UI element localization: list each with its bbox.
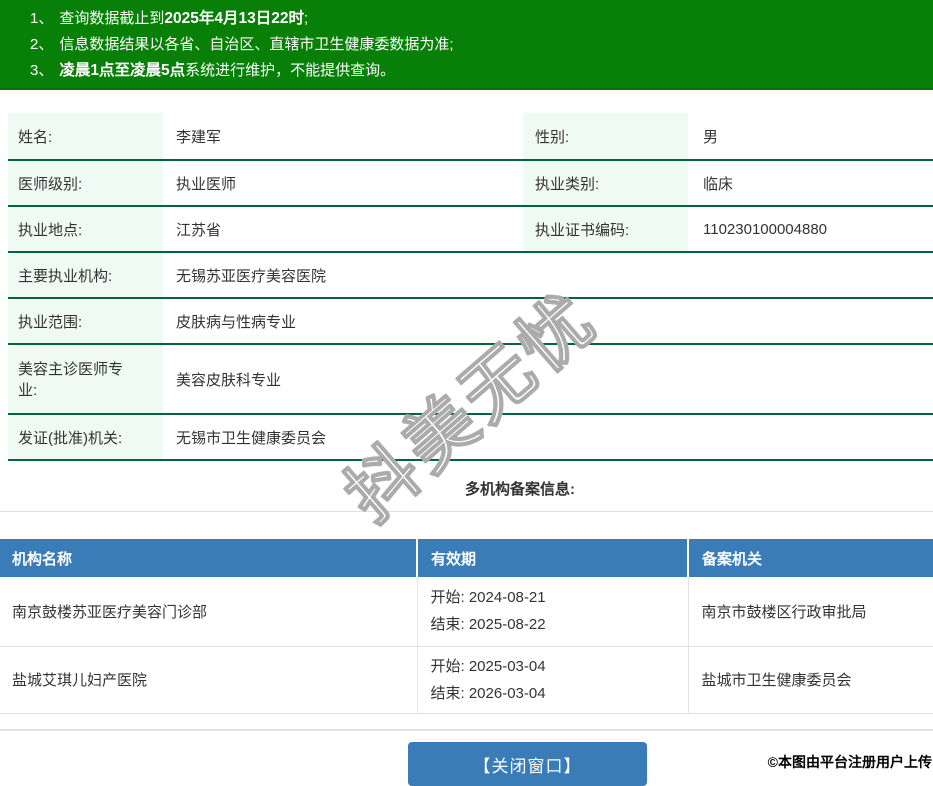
filing-authority-cell: 盐城市卫生健康委员会 [687, 646, 933, 714]
column-header-validity-period: 有效期 [416, 539, 688, 577]
table-row: 盐城艾琪儿妇产医院 开始: 2025-03-04 结束: 2026-03-04 … [0, 646, 933, 714]
doctor-info-table: 姓名: 李建军 性别: 男 医师级别: 执业医师 执业类别: 临床 执业地点: … [8, 113, 933, 461]
practice-category-label: 执业类别: [523, 160, 688, 207]
doctor-level-label: 医师级别: [8, 160, 163, 207]
notice-text-bold: 2025年4月13日22时 [164, 10, 304, 27]
notice-text: 系统进行维护，不能提供查询。 [185, 62, 396, 79]
practice-scope-value: 皮肤病与性病专业 [163, 298, 933, 345]
notice-number: 2、 [30, 36, 54, 53]
org-registration-table: 机构名称 有效期 备案机关 南京鼓楼苏亚医疗美容门诊部 开始: 2024-08-… [0, 539, 933, 714]
org-name-cell: 盐城艾琪儿妇产医院 [0, 646, 417, 714]
notice-item-1: 1、 查询数据截止到2025年4月13日22时; [30, 6, 923, 32]
validity-period-cell: 开始: 2024-08-21 结束: 2025-08-22 [416, 577, 688, 647]
table-row: 南京鼓楼苏亚医疗美容门诊部 开始: 2024-08-21 结束: 2025-08… [0, 577, 933, 647]
period-start: 开始: 2024-08-21 [431, 584, 688, 611]
table-row: 主要执业机构: 无锡苏亚医疗美容医院 [8, 252, 933, 299]
column-header-filing-authority: 备案机关 [687, 539, 933, 577]
filing-authority-cell: 南京市鼓楼区行政审批局 [687, 577, 933, 647]
practice-location-value: 江苏省 [163, 206, 523, 253]
primary-institution-label: 主要执业机构: [8, 252, 163, 299]
practice-category-value: 临床 [688, 160, 933, 207]
org-name-cell: 南京鼓楼苏亚医疗美容门诊部 [0, 577, 417, 647]
divider [0, 728, 933, 731]
primary-institution-value: 无锡苏亚医疗美容医院 [163, 252, 933, 299]
table-row: 执业地点: 江苏省 执业证书编码: 110230100004880 [8, 206, 933, 253]
practice-scope-label: 执业范围: [8, 298, 163, 345]
cosmetic-specialty-label: 美容主诊医师专业: [8, 344, 163, 415]
period-end-date: 2025-08-22 [468, 616, 546, 634]
period-end-label: 结束: [430, 684, 465, 702]
table-row: 医师级别: 执业医师 执业类别: 临床 [8, 160, 933, 207]
period-start-date: 2024-08-21 [468, 589, 546, 607]
notice-item-3: 3、 凌晨1点至凌晨5点系统进行维护，不能提供查询。 [30, 58, 923, 84]
upload-credit: ©本图由平台注册用户上传 [767, 754, 932, 770]
period-end: 结束: 2025-08-22 [431, 611, 688, 638]
issuing-authority-label: 发证(批准)机关: [8, 414, 163, 461]
table-row: 美容主诊医师专业: 美容皮肤科专业 [8, 344, 933, 415]
divider [0, 511, 933, 512]
period-end-date: 2026-03-04 [468, 684, 546, 702]
certificate-number-value: 110230100004880 [688, 206, 933, 253]
issuing-authority-value: 无锡市卫生健康委员会 [163, 414, 933, 461]
period-end: 结束: 2026-03-04 [431, 680, 688, 707]
period-start-label: 开始: [430, 657, 465, 675]
notice-text: 信息数据结果以各省、自治区、直辖市卫生健康委数据为准; [59, 36, 454, 53]
notice-bar: 1、 查询数据截止到2025年4月13日22时; 2、 信息数据结果以各省、自治区、… [0, 0, 933, 90]
table-header-row: 机构名称 有效期 备案机关 [0, 539, 933, 577]
cosmetic-specialty-value: 美容皮肤科专业 [163, 344, 933, 415]
practice-location-label: 执业地点: [8, 206, 163, 253]
period-end-label: 结束: [430, 616, 465, 634]
notice-item-2: 2、 信息数据结果以各省、自治区、直辖市卫生健康委数据为准; [30, 32, 923, 58]
table-row: 姓名: 李建军 性别: 男 [8, 113, 933, 161]
notice-text-bold: 凌晨1点至凌晨5点 [59, 62, 186, 79]
close-window-button[interactable]: 【关闭窗口】 [408, 742, 647, 786]
period-start-label: 开始: [430, 589, 465, 607]
gender-value: 男 [688, 113, 933, 161]
doctor-level-value: 执业医师 [163, 160, 523, 207]
certificate-number-label: 执业证书编码: [523, 206, 688, 253]
notice-text: 查询数据截止到 [59, 10, 165, 27]
notice-number: 3、 [30, 62, 54, 79]
validity-period-cell: 开始: 2025-03-04 结束: 2026-03-04 [416, 646, 688, 714]
notice-number: 1、 [30, 10, 54, 27]
table-row: 执业范围: 皮肤病与性病专业 [8, 298, 933, 345]
notice-text: ; [303, 10, 309, 27]
section-title: 多机构备案信息: [465, 481, 575, 498]
period-start: 开始: 2025-03-04 [431, 653, 688, 680]
name-value: 李建军 [163, 113, 523, 161]
period-start-date: 2025-03-04 [468, 657, 546, 675]
table-row: 发证(批准)机关: 无锡市卫生健康委员会 [8, 414, 933, 461]
column-header-org-name: 机构名称 [0, 539, 417, 577]
gender-label: 性别: [523, 113, 688, 161]
name-label: 姓名: [8, 113, 163, 161]
